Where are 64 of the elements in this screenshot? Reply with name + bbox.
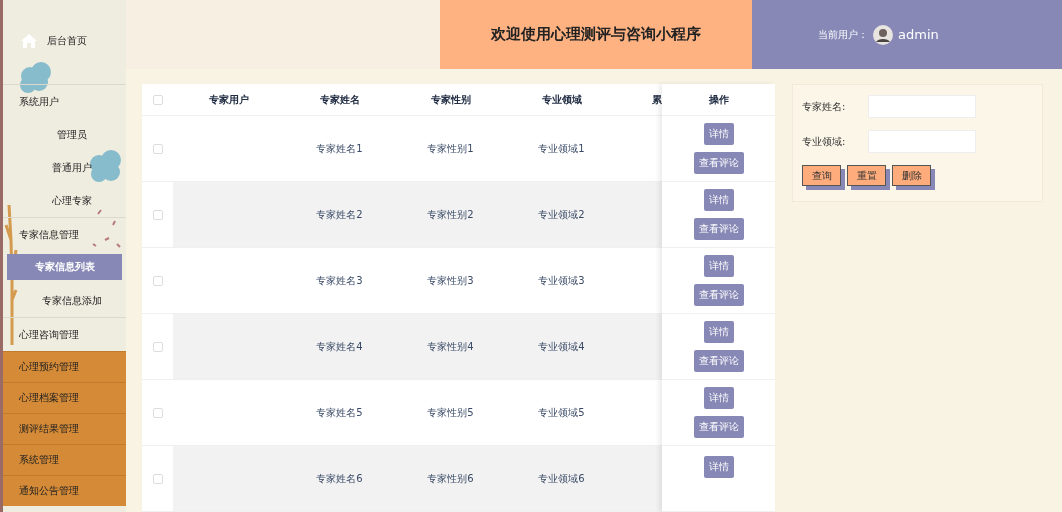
comments-button[interactable]: 查看评论 — [693, 218, 744, 240]
row-checkbox[interactable] — [152, 407, 163, 418]
details-button[interactable]: 详情 — [703, 189, 734, 211]
comments-button[interactable]: 查看评论 — [693, 350, 744, 372]
table-cell-text: 专业领域6 — [537, 471, 586, 486]
column-header: 专家用户 — [207, 92, 250, 107]
column-header: 操作 — [707, 92, 730, 107]
menu-item[interactable]: 通知公告管理 — [3, 475, 126, 506]
submenu-item[interactable]: 心理专家 — [21, 184, 122, 217]
cloud-drawing — [90, 150, 121, 182]
username: admin — [898, 27, 939, 42]
table-cell-text: 专业领域4 — [537, 339, 586, 354]
details-button[interactable]: 详情 — [703, 387, 734, 409]
submenu-item[interactable]: 专家信息添加 — [21, 284, 122, 317]
table-cell-text: 专业领域5 — [537, 405, 586, 420]
avatar — [873, 24, 893, 45]
cloud-drawing — [20, 62, 51, 93]
select-all-checkbox[interactable] — [152, 94, 163, 105]
details-button[interactable]: 详情 — [703, 321, 734, 343]
submenu-item[interactable]: 普通用户 — [21, 151, 122, 184]
menu-item[interactable]: 心理档案管理 — [3, 382, 126, 413]
menu-item[interactable]: 心理预约管理 — [3, 351, 126, 382]
user-label: 当前用户： — [818, 27, 868, 42]
details-button[interactable]: 详情 — [703, 255, 734, 277]
table-cell-text: 专家性别5 — [426, 405, 475, 420]
field-label: 专家姓名: — [802, 99, 847, 114]
table-cell-text: 专家性别6 — [426, 471, 475, 486]
comments-button[interactable]: 查看评论 — [693, 416, 744, 438]
menu-item[interactable]: 后台首页 — [3, 0, 126, 84]
row-checkbox[interactable] — [152, 143, 163, 154]
table-cell-text: 专家性别3 — [426, 273, 475, 288]
table-cell-text: 专家姓名4 — [315, 339, 364, 354]
column-header: 专家姓名 — [318, 92, 361, 107]
details-button[interactable]: 详情 — [703, 456, 734, 478]
comments-button[interactable]: 查看评论 — [693, 152, 744, 174]
column-header: 累 — [651, 92, 662, 107]
bird-drawing — [92, 209, 121, 248]
details-button[interactable]: 详情 — [703, 123, 734, 145]
row-checkbox[interactable] — [152, 275, 163, 286]
menu-item[interactable]: 系统管理 — [3, 444, 126, 475]
table-cell-text: 专家姓名2 — [315, 207, 364, 222]
table-cell-text: 专家姓名5 — [315, 405, 364, 420]
field-label: 专业领域: — [802, 134, 847, 149]
app-title: 欢迎使用心理测评与咨询小程序 — [491, 25, 701, 44]
submenu-item[interactable]: 专家信息列表 — [7, 254, 122, 280]
row-checkbox[interactable] — [152, 473, 163, 484]
column-header: 专业领域 — [540, 92, 583, 107]
table-cell-text: 专业领域2 — [537, 207, 586, 222]
submenu-item[interactable]: 管理员 — [21, 118, 122, 151]
menu-item[interactable]: 专家信息管理 — [3, 217, 126, 251]
table-cell-text: 专业领域3 — [537, 273, 586, 288]
row-checkbox[interactable] — [152, 341, 163, 352]
table-cell-text: 专家性别2 — [426, 207, 475, 222]
table-cell-text: 专家姓名3 — [315, 273, 364, 288]
column-header: 专家性别 — [429, 92, 472, 107]
table-cell-text: 专业领域1 — [537, 141, 586, 156]
home-icon — [21, 34, 37, 48]
comments-button[interactable]: 查看评论 — [693, 284, 744, 306]
table-cell-text: 专家姓名1 — [315, 141, 364, 156]
table-cell-text: 专家性别4 — [426, 339, 475, 354]
row-checkbox[interactable] — [152, 209, 163, 220]
menu-item[interactable]: 测评结果管理 — [3, 413, 126, 444]
table-cell-text: 专家性别1 — [426, 141, 475, 156]
table-cell-text: 专家姓名6 — [315, 471, 364, 486]
